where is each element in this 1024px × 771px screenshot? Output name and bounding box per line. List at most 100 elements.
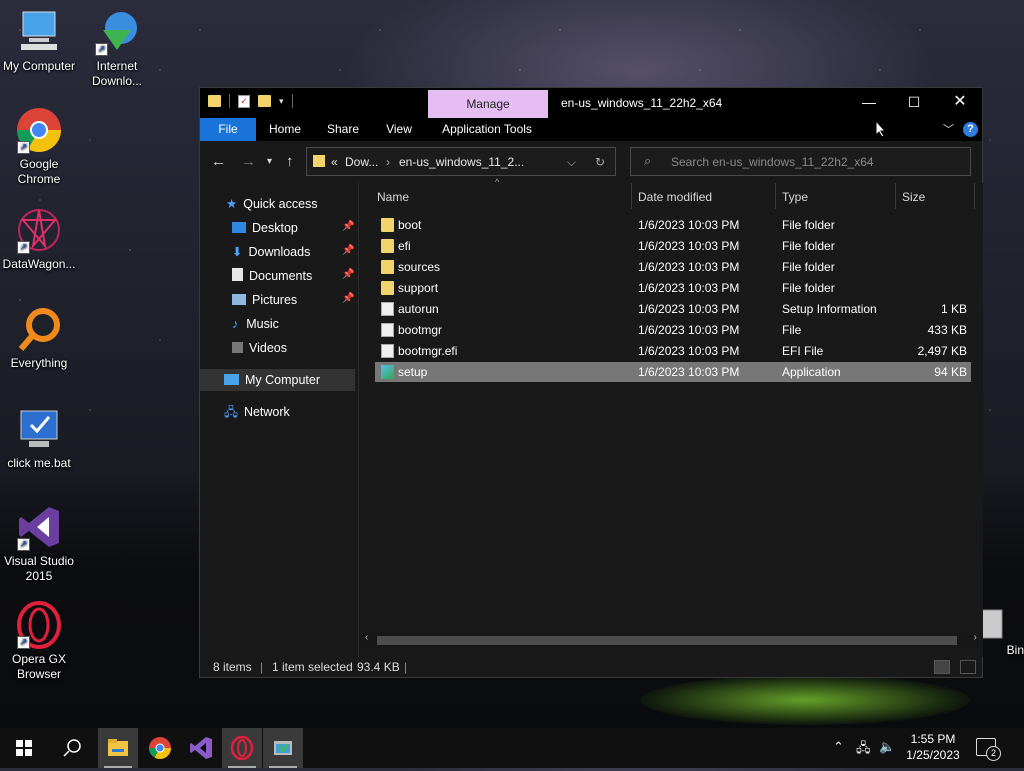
- search-box[interactable]: ⌕ Search en-us_windows_11_22h2_x64: [630, 147, 971, 176]
- desktop-icon-everything[interactable]: Everything: [0, 305, 78, 371]
- new-folder-icon[interactable]: [258, 95, 271, 107]
- item-count: 8 items: [213, 660, 252, 674]
- recent-locations-icon[interactable]: ▾: [267, 156, 272, 167]
- action-center-button[interactable]: 2: [976, 738, 1001, 761]
- large-icons-view-button[interactable]: [960, 660, 976, 674]
- close-button[interactable]: ✕: [937, 88, 983, 116]
- taskbar-opera-gx[interactable]: [222, 728, 262, 768]
- nav-downloads[interactable]: ⬇ Downloads: [232, 241, 310, 263]
- table-row[interactable]: boot 1/6/2023 10:03 PM File folder: [375, 215, 971, 235]
- status-separator: |: [404, 660, 408, 674]
- address-overflow[interactable]: «: [331, 155, 338, 169]
- pictures-icon: [232, 294, 246, 305]
- table-row[interactable]: efi 1/6/2023 10:03 PM File folder: [375, 236, 971, 256]
- column-header-date-modified[interactable]: Date modified: [638, 186, 712, 208]
- desktop-icon-my-computer[interactable]: My Computer: [0, 8, 78, 74]
- scroll-right-icon[interactable]: ›: [974, 632, 977, 643]
- nav-quick-access[interactable]: ★ Quick access: [226, 193, 318, 215]
- taskbar-app-window[interactable]: [263, 728, 303, 768]
- tab-file[interactable]: File: [200, 118, 256, 141]
- desktop-icon-opera-gx[interactable]: ↗ Opera GX Browser: [0, 601, 78, 682]
- breadcrumb-current-folder[interactable]: en-us_windows_11_2...: [399, 155, 524, 169]
- tab-home[interactable]: Home: [262, 118, 308, 141]
- taskbar-visual-studio[interactable]: [181, 728, 221, 768]
- desktop-icon-label: Everything: [10, 356, 68, 370]
- desktop-icon-visual-studio[interactable]: ↗ Visual Studio 2015: [0, 503, 78, 584]
- desktop-icon-label: Opera GX Browser: [11, 652, 67, 681]
- file-type: File folder: [782, 260, 835, 274]
- column-header-type[interactable]: Type: [782, 186, 808, 208]
- search-button[interactable]: [52, 728, 92, 768]
- desktop-icon-label: Visual Studio 2015: [4, 554, 74, 583]
- table-row[interactable]: autorun 1/6/2023 10:03 PM Setup Informat…: [375, 299, 971, 319]
- help-icon[interactable]: ?: [963, 122, 978, 137]
- nav-documents[interactable]: Documents: [232, 265, 312, 287]
- show-hidden-icons-button[interactable]: ⌃: [833, 739, 844, 755]
- volume-icon[interactable]: 🔈: [879, 739, 895, 755]
- column-header-size[interactable]: Size: [902, 186, 925, 208]
- scrollbar-thumb[interactable]: [377, 636, 957, 645]
- table-row-selected[interactable]: setup 1/6/2023 10:03 PM Application 94 K…: [375, 362, 971, 382]
- nav-music[interactable]: ♪ Music: [232, 313, 279, 335]
- navigation-pane: ★ Quick access Desktop 📌 ⬇ Downloads 📌 Doc…: [200, 183, 358, 657]
- desktop-icon-click-me-bat[interactable]: click me.bat: [0, 405, 78, 471]
- tab-share[interactable]: Share: [320, 118, 366, 141]
- address-dropdown-icon[interactable]: ⌵: [567, 155, 576, 170]
- breadcrumb-separator-icon[interactable]: ›: [386, 155, 390, 169]
- column-divider[interactable]: [974, 183, 975, 209]
- title-bar[interactable]: ✓ ▾ Manage en-us_windows_11_22h2_x64 — ☐…: [200, 88, 982, 118]
- nav-videos[interactable]: Videos: [232, 337, 287, 359]
- batch-file-icon: [15, 405, 63, 453]
- file-type: EFI File: [782, 344, 824, 358]
- pin-icon[interactable]: 📌: [342, 221, 354, 232]
- scroll-left-icon[interactable]: ‹: [365, 632, 368, 643]
- desktop-icon-google-chrome[interactable]: ↗ Google Chrome: [0, 106, 78, 187]
- customize-toolbar-icon[interactable]: ▾: [279, 96, 284, 107]
- file-explorer-window[interactable]: ✓ ▾ Manage en-us_windows_11_22h2_x64 — ☐…: [199, 87, 983, 678]
- tab-view[interactable]: View: [378, 118, 420, 141]
- pin-icon[interactable]: 📌: [342, 269, 354, 280]
- column-divider[interactable]: [631, 183, 632, 209]
- table-row[interactable]: bootmgr.efi 1/6/2023 10:03 PM EFI File 2…: [375, 341, 971, 361]
- taskbar-clock[interactable]: 1:55 PM 1/25/2023: [900, 731, 966, 763]
- back-button[interactable]: ←: [211, 153, 226, 170]
- desktop-icon-label: DataWagon...: [2, 257, 76, 271]
- column-header-name[interactable]: Name: [377, 186, 409, 208]
- refresh-icon[interactable]: ↻: [595, 155, 605, 169]
- expand-ribbon-icon[interactable]: ﹀: [943, 121, 954, 137]
- start-button[interactable]: [4, 728, 44, 768]
- maximize-button[interactable]: ☐: [891, 88, 937, 116]
- file-type: File folder: [782, 281, 835, 295]
- folder-icon: [381, 218, 394, 232]
- nav-my-computer[interactable]: My Computer: [200, 369, 355, 391]
- up-button[interactable]: ↑: [286, 153, 294, 170]
- desktop-icon-datawagon[interactable]: ↗ DataWagon...: [0, 206, 78, 272]
- minimize-button[interactable]: —: [846, 88, 892, 116]
- file-date: 1/6/2023 10:03 PM: [638, 302, 740, 316]
- table-row[interactable]: support 1/6/2023 10:03 PM File folder: [375, 278, 971, 298]
- taskbar-google-chrome[interactable]: [140, 728, 180, 768]
- table-row[interactable]: sources 1/6/2023 10:03 PM File folder: [375, 257, 971, 277]
- forward-button[interactable]: →: [241, 153, 256, 170]
- properties-icon[interactable]: ✓: [238, 94, 250, 108]
- nav-pictures[interactable]: Pictures: [232, 289, 297, 311]
- taskbar-file-explorer[interactable]: [98, 728, 138, 768]
- tab-application-tools[interactable]: Application Tools: [434, 118, 540, 141]
- column-divider[interactable]: [895, 183, 896, 209]
- pin-icon[interactable]: 📌: [342, 245, 354, 256]
- network-status-icon[interactable]: 🖧: [856, 739, 871, 761]
- pin-icon[interactable]: 📌: [342, 293, 354, 304]
- folder-icon: [313, 155, 325, 167]
- address-bar[interactable]: « Dow... › en-us_windows_11_2... ⌵ ↻: [306, 147, 616, 176]
- breadcrumb-downloads[interactable]: Dow...: [345, 155, 378, 169]
- table-row[interactable]: bootmgr 1/6/2023 10:03 PM File 433 KB: [375, 320, 971, 340]
- nav-network[interactable]: 🖧 Network: [224, 401, 290, 423]
- manage-contextual-tab[interactable]: Manage: [428, 90, 548, 118]
- horizontal-scrollbar[interactable]: ‹ ›: [361, 632, 981, 647]
- status-bar: 8 items | 1 item selected 93.4 KB |: [200, 657, 982, 677]
- desktop-icon-internet-download-manager[interactable]: ↗ Internet Downlo...: [78, 8, 156, 89]
- shortcut-arrow-icon: ↗: [17, 538, 30, 551]
- column-divider[interactable]: [775, 183, 776, 209]
- nav-desktop[interactable]: Desktop: [232, 217, 298, 239]
- details-view-button[interactable]: [934, 660, 950, 674]
